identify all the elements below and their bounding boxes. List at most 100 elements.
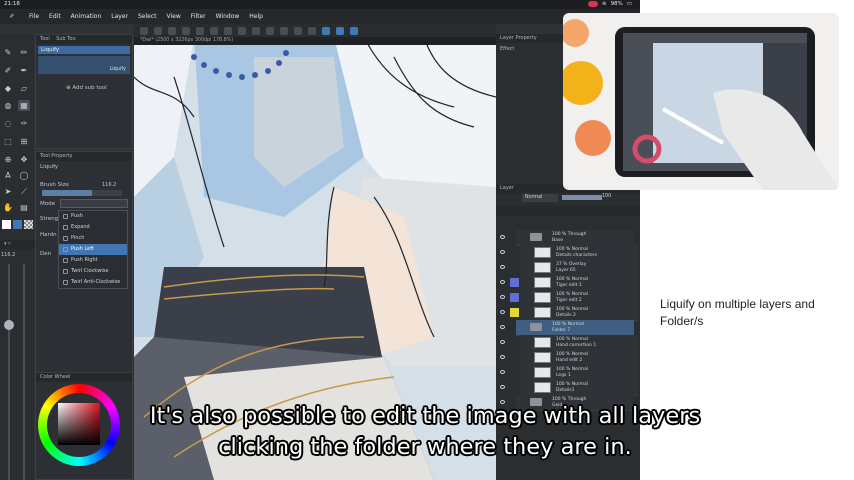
snap-grid-icon[interactable] [350, 26, 358, 35]
lasso-tool-icon[interactable]: ◌ [2, 118, 14, 129]
eye-icon[interactable] [500, 265, 505, 269]
mode-option-push[interactable]: Push [59, 211, 127, 222]
snap-ruler-icon[interactable] [322, 26, 330, 35]
pencil-tool-icon[interactable]: ✏ [18, 47, 30, 58]
figure-tool-icon[interactable]: ⟋ [18, 186, 30, 197]
menu-file[interactable]: File [24, 13, 44, 20]
menu-layer[interactable]: Layer [106, 13, 133, 20]
layer-row[interactable]: 100 % Normal Details1 [500, 380, 638, 396]
opacity-value: 100 [602, 194, 612, 199]
sub-tool-tabs: Tool Sub Too [36, 35, 132, 44]
layer-row[interactable]: 100 % Normal Hand correction 1 [500, 335, 638, 351]
text-tool-icon[interactable]: A [2, 170, 14, 181]
canvas-tab[interactable]: *Dwi* (2500 x 3226px 300dpi 178.8%) [134, 37, 496, 45]
layer-row[interactable]: 100 % Normal Legs 1 [500, 365, 638, 381]
layer-folder-row[interactable]: 100 % Through Base [500, 230, 634, 246]
tab-sub-tool[interactable]: Sub Too [56, 36, 75, 42]
subtool-liquify[interactable]: Liquify [38, 46, 130, 54]
annotation-caption: Liquify on multiple layers and Folder/s [660, 297, 815, 328]
brush-tool-icon[interactable]: ✐ [2, 65, 14, 76]
gradient-tool-icon[interactable]: ▤ [18, 202, 30, 213]
mode-option-twirl-clockwise[interactable]: Twirl Clockwise [59, 266, 127, 277]
brush-size-slider[interactable] [42, 190, 122, 196]
invert-selection-icon[interactable] [238, 26, 246, 35]
transparent-color-swatch[interactable] [24, 220, 33, 229]
mode-option-twirl-anti-clockwise[interactable]: Twirl Anti-Clockwise [59, 277, 127, 288]
mode-option-push-right[interactable]: Push Right [59, 255, 127, 266]
eye-icon[interactable] [500, 355, 505, 359]
eye-icon[interactable] [500, 310, 505, 314]
mode-option-push-left[interactable]: Push Left [59, 244, 127, 255]
eyedropper-tool-icon[interactable]: ✑ [18, 118, 30, 129]
size-slider-track[interactable] [8, 264, 10, 480]
layer-row[interactable]: 100 % Normal Hand edit 2 [500, 350, 638, 366]
ruler-icon[interactable] [280, 26, 288, 35]
eye-icon[interactable] [500, 250, 505, 254]
redo-icon[interactable] [182, 26, 190, 35]
flip-icon[interactable] [308, 26, 316, 35]
subtool-liquify-preview[interactable]: Liquify [38, 56, 130, 74]
pen-tool-icon[interactable]: ✎ [2, 47, 14, 58]
color-wheel-title: Color Wheel [36, 373, 132, 382]
menu-filter[interactable]: Filter [186, 13, 211, 20]
transform-icon[interactable] [210, 26, 218, 35]
sub-color-swatch[interactable] [13, 220, 22, 229]
object-tool-icon[interactable]: ➤ [2, 186, 14, 197]
opacity-slider[interactable] [562, 195, 602, 200]
deselect-icon[interactable] [224, 26, 232, 35]
menu-animation[interactable]: Animation [66, 13, 107, 20]
airbrush-tool-icon[interactable]: ✒ [18, 65, 30, 76]
layer-row[interactable]: 100 % Normal Details 2 [500, 305, 638, 321]
layer-name: Details characters [556, 253, 597, 258]
opacity-slider-track[interactable] [23, 264, 25, 480]
wifi-icon: ≋ [601, 1, 607, 7]
fill-icon[interactable] [154, 26, 162, 35]
layer-row[interactable]: 100 % Normal Tiger edit 1 [500, 275, 638, 291]
eye-icon[interactable] [500, 235, 505, 239]
move-tool-icon[interactable]: ✥ [18, 154, 30, 165]
ruler-tool-icon[interactable]: ⊞ [18, 136, 30, 147]
undo-icon[interactable] [168, 26, 176, 35]
eye-icon[interactable] [500, 325, 505, 329]
main-color-swatch[interactable] [2, 220, 11, 229]
menu-view[interactable]: View [162, 13, 186, 20]
blend-mode-select[interactable]: Normal [522, 194, 558, 202]
eye-icon[interactable] [500, 385, 505, 389]
selection-tool-icon[interactable]: ⬚ [2, 136, 14, 147]
fill-tool-icon[interactable]: ◆ [2, 83, 14, 94]
tab-tool[interactable]: Tool [40, 36, 50, 42]
mode-option-expand[interactable]: Expand [59, 222, 127, 233]
brush-size-label: Brush Size [40, 182, 69, 188]
liquify-tool-icon[interactable]: ▦ [18, 100, 30, 111]
menu-select[interactable]: Select [133, 13, 162, 20]
subtitle-line-1: It's also possible to edit the image wit… [149, 403, 701, 429]
eye-icon[interactable] [500, 295, 505, 299]
menu-edit[interactable]: Edit [44, 13, 66, 20]
size-slider-thumb[interactable] [4, 320, 14, 330]
layer-row[interactable]: 100 % Normal Details characters [500, 245, 638, 261]
zoom-tool-icon[interactable]: ⊕ [2, 154, 14, 165]
balloon-tool-icon[interactable]: ◯ [18, 170, 30, 181]
mode-icon-row[interactable] [60, 199, 128, 208]
menu-help[interactable]: Help [244, 13, 268, 20]
layer-row[interactable]: 37 % Overlay Layer 65 [500, 260, 638, 276]
hand-tool-icon[interactable]: ✋ [2, 202, 14, 213]
grid-icon[interactable] [266, 26, 274, 35]
snap-special-ruler-icon[interactable] [336, 26, 344, 35]
rotate-icon[interactable] [196, 26, 204, 35]
app-logo-icon[interactable]: ✐ [0, 13, 24, 20]
layer-row[interactable]: 100 % Normal Tiger edit 2 [500, 290, 638, 306]
blend-tool-icon[interactable]: ◍ [2, 100, 14, 111]
mode-option-pinch[interactable]: Pinch [59, 233, 127, 244]
zoom-icon[interactable] [294, 26, 302, 35]
menu-window[interactable]: Window [211, 13, 245, 20]
layer-folder-row[interactable]: 100 % Normal Folder 7 [500, 320, 634, 336]
clear-icon[interactable] [140, 26, 148, 35]
eraser-tool-icon[interactable]: ▱ [18, 83, 30, 94]
layer-name: Details 2 [556, 313, 576, 318]
add-sub-tool-button[interactable]: ⊕ Add sub tool [66, 85, 107, 91]
eye-icon[interactable] [500, 370, 505, 374]
eye-icon[interactable] [500, 280, 505, 284]
crop-icon[interactable] [252, 26, 260, 35]
eye-icon[interactable] [500, 340, 505, 344]
